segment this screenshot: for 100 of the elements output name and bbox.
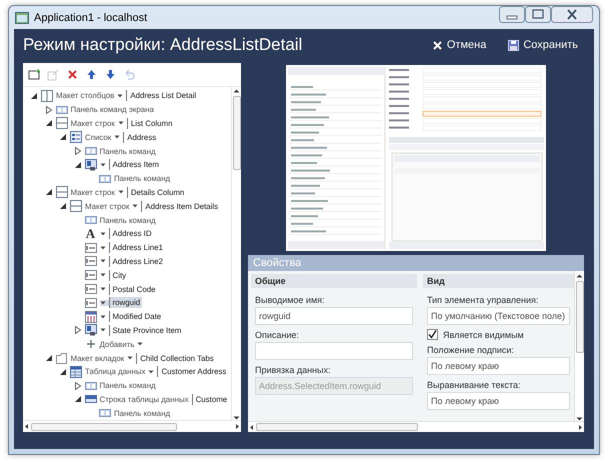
move-up-icon[interactable]: [85, 68, 98, 81]
caret-icon: [100, 314, 106, 320]
caret-icon: [118, 189, 124, 196]
scroll-down-arrow-icon[interactable]: [233, 416, 240, 420]
scroll-thumb[interactable]: [232, 96, 240, 170]
panel-title: Свойства: [248, 255, 584, 271]
layout-type-dropdown[interactable]: [100, 272, 108, 278]
input-field: Address.SelectedItem.rowguid: [255, 377, 413, 395]
command-bar-icon: [99, 407, 111, 420]
grid-row-icon: [84, 393, 96, 406]
add-field-icon[interactable]: [28, 68, 41, 81]
scroll-down-arrow-icon[interactable]: [576, 417, 583, 421]
layout-type-dropdown[interactable]: [100, 162, 108, 168]
collapsed-arrow-icon[interactable]: [74, 326, 82, 334]
field-label: Выравнивание текста:: [426, 379, 522, 392]
plus-icon: [84, 338, 96, 350]
expanded-arrow-icon[interactable]: [74, 160, 82, 169]
layout-type-dropdown[interactable]: [100, 230, 108, 237]
layout-type-dropdown[interactable]: [100, 300, 108, 306]
section-header: Вид: [423, 274, 574, 288]
scroll-right-arrow-icon[interactable]: [576, 424, 584, 430]
textbox-icon: [84, 242, 96, 254]
caret-icon: [100, 162, 106, 168]
rows-layout-icon: [56, 117, 68, 130]
move-down-icon[interactable]: [104, 68, 117, 81]
caret-icon: [137, 341, 144, 348]
calendar-icon: [84, 310, 96, 323]
checkbox[interactable]: [427, 329, 438, 340]
layout-type-dropdown[interactable]: [100, 286, 108, 292]
textbox-icon: [84, 296, 96, 309]
expanded-arrow-icon[interactable]: [44, 188, 52, 196]
caret-icon: [127, 355, 134, 362]
window-title: Application1 - localhost: [34, 12, 148, 24]
expanded-arrow-icon[interactable]: [74, 395, 82, 404]
item-icon: [84, 158, 96, 171]
caret-icon: [118, 120, 124, 126]
scroll-thumb[interactable]: [31, 422, 177, 430]
delete-icon[interactable]: [66, 68, 79, 81]
close-button[interactable]: [551, 6, 593, 23]
command-bar-icon: [84, 145, 96, 158]
data-grid-icon: [70, 366, 82, 378]
vertical-scrollbar[interactable]: [574, 271, 584, 421]
horizontal-scrollbar[interactable]: [23, 420, 241, 432]
command-bar-icon: [84, 380, 96, 392]
layout-type-dropdown[interactable]: [100, 244, 108, 251]
expanded-arrow-icon[interactable]: [44, 354, 52, 362]
scroll-thumb[interactable]: [256, 423, 418, 431]
cancel-button[interactable]: Отмена: [428, 37, 490, 53]
scroll-thumb[interactable]: [576, 281, 584, 353]
expanded-arrow-icon[interactable]: [59, 133, 67, 142]
scroll-up-arrow-icon[interactable]: [576, 274, 583, 278]
collapsed-arrow-icon[interactable]: [74, 147, 82, 156]
save-button[interactable]: Сохранить: [504, 37, 582, 53]
tabs-layout-icon: [56, 352, 68, 364]
expanded-arrow-icon[interactable]: [59, 202, 67, 210]
collapsed-arrow-icon[interactable]: [44, 106, 52, 114]
minimize-button[interactable]: [499, 6, 525, 23]
expanded-arrow-icon[interactable]: [30, 92, 38, 100]
letter-a-icon: A: [84, 228, 96, 240]
list-icon: [70, 131, 82, 144]
horizontal-scrollbar[interactable]: [248, 421, 584, 432]
scroll-up-arrow-icon[interactable]: [233, 89, 240, 93]
layout-type-dropdown[interactable]: [100, 314, 108, 320]
restore-button[interactable]: [525, 6, 551, 23]
item-icon: [84, 324, 96, 336]
layout-type-dropdown[interactable]: [100, 258, 108, 264]
columns-layout-icon: [41, 90, 53, 102]
command-bar-icon: [56, 104, 68, 116]
caret-icon: [100, 327, 106, 334]
expanded-arrow-icon[interactable]: [44, 119, 52, 128]
scroll-right-arrow-icon[interactable]: [233, 423, 241, 430]
input-field[interactable]: По левому краю: [427, 357, 570, 375]
input-field[interactable]: [255, 342, 413, 360]
checkbox-label[interactable]: Является видимым: [443, 330, 524, 340]
input-field[interactable]: По левому краю: [427, 392, 570, 410]
field-label: Привязка данных:: [254, 364, 332, 377]
caret-icon: [100, 244, 106, 251]
textbox-icon: [84, 269, 96, 282]
caret-icon: [100, 300, 106, 306]
page-title: Режим настройки: AddressListDetail: [23, 35, 304, 55]
caret-icon: [100, 230, 106, 237]
expanded-arrow-icon[interactable]: [59, 368, 67, 376]
textbox-icon: [84, 283, 96, 296]
textbox-icon: [84, 255, 96, 268]
field-label: Тип элемента управления:: [426, 294, 540, 307]
caret-icon: [117, 92, 124, 99]
input-field[interactable]: rowguid: [255, 307, 413, 325]
caret-icon: [100, 258, 106, 264]
layout-type-dropdown[interactable]: [100, 327, 108, 334]
section-header: Общие: [251, 274, 417, 288]
command-bar-icon: [99, 172, 111, 185]
scroll-left-arrow-icon[interactable]: [23, 423, 31, 430]
input-field[interactable]: По умолчанию (Текстовое поле): [427, 307, 570, 325]
vertical-scrollbar[interactable]: [231, 87, 241, 420]
caret-icon: [132, 203, 138, 210]
collapsed-arrow-icon[interactable]: [74, 382, 82, 390]
scroll-left-arrow-icon[interactable]: [248, 424, 256, 430]
field-label: Описание:: [254, 329, 300, 342]
caret-icon: [114, 134, 120, 140]
caret-icon: [100, 286, 106, 292]
